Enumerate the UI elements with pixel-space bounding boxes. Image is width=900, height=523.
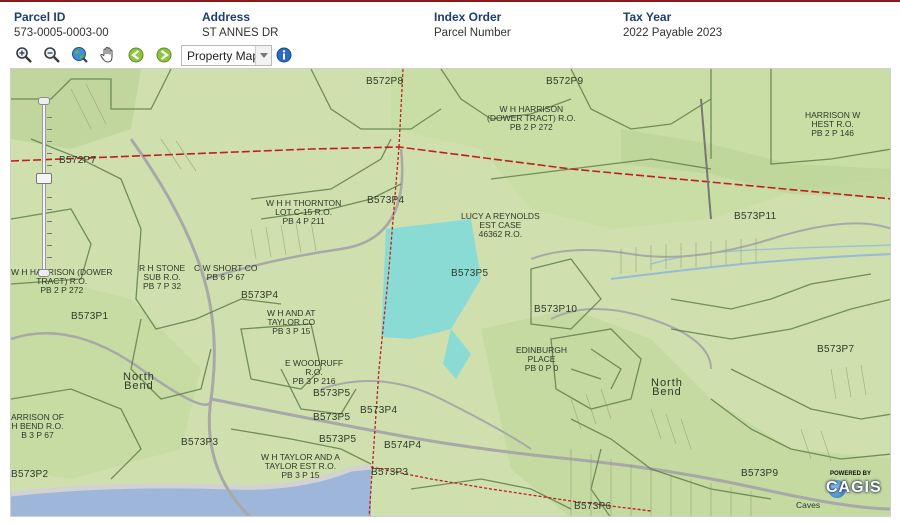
index-order-field: Index Order Parcel Number: [434, 10, 511, 41]
map-label: B572P7: [59, 155, 97, 166]
address-field: Address ST ANNES DR: [202, 10, 278, 41]
map-label: B572P8: [366, 76, 404, 87]
map-label: HARRISON W HEST R.O. PB 2 P 146: [805, 110, 861, 138]
map-label: B573P4: [241, 290, 279, 301]
layer-select[interactable]: Property Map: [181, 45, 272, 66]
map-label: B573P11: [734, 211, 777, 222]
zoom-tick: [47, 153, 52, 154]
map-label: W H HARRISON (DOWER TRACT) R.O. PB 2 P 2…: [487, 104, 576, 132]
map-label: B574P4: [384, 440, 422, 451]
map-label: C W SHORT CO PB 6 P 67: [194, 263, 258, 282]
parcel-header: Parcel ID 573-0005-0003-00 Address ST AN…: [0, 2, 900, 42]
chevron-down-icon[interactable]: [255, 46, 271, 65]
parcel-id-label: Parcel ID: [14, 10, 66, 24]
back-arrow-icon[interactable]: [126, 45, 146, 65]
index-order-label: Index Order: [434, 10, 502, 24]
zoom-tick: [47, 209, 52, 210]
map-label: B573P6: [574, 501, 612, 512]
map-label: B573P1: [71, 311, 109, 322]
map-toolbar: Property Map: [0, 42, 900, 68]
globe-icon[interactable]: [70, 45, 90, 65]
map-label: R H STONE SUB R.O. PB 7 P 32: [139, 263, 186, 291]
zoom-slider-thumb[interactable]: [36, 173, 52, 184]
zoom-tick: [47, 117, 52, 118]
zoom-tick: [47, 141, 52, 142]
map-label: LUCY A REYNOLDS EST CASE 46362 R.O.: [461, 211, 540, 239]
zoom-slider-bottom[interactable]: [38, 269, 50, 277]
map-label: B573P5: [451, 268, 489, 279]
zoom-track[interactable]: [42, 103, 46, 271]
address-value: ST ANNES DR: [202, 27, 279, 39]
map-label: B573P10: [534, 304, 578, 315]
layer-select-value: Property Map: [187, 49, 260, 63]
map-label: B573P4: [367, 195, 405, 206]
map-label: B573P7: [817, 344, 855, 355]
info-icon[interactable]: [274, 45, 294, 65]
zoom-slider-top[interactable]: [38, 97, 50, 105]
map-label: B573P3: [181, 437, 219, 448]
zoom-tick: [47, 245, 52, 246]
zoom-tick: [47, 129, 52, 130]
logo-powered-by: POWERED BY: [830, 471, 872, 477]
zoom-tick: [47, 221, 52, 222]
cagis-logo: POWERED BY CAGIS: [818, 471, 888, 513]
zoom-in-icon[interactable]: [14, 45, 34, 65]
forward-arrow-icon[interactable]: [154, 45, 174, 65]
parcel-id-value: 573-0005-0003-00: [14, 27, 109, 39]
tax-year-field: Tax Year 2022 Payable 2023: [623, 10, 722, 41]
map-label: B572P9: [546, 76, 584, 87]
map-label: W H H THORNTON LOT C-15 R.O. PB 4 P 211: [266, 198, 342, 226]
tax-year-label: Tax Year: [623, 10, 672, 24]
map-label: W H TAYLOR AND A TAYLOR EST R.O. PB 3 P …: [261, 452, 340, 480]
map-label: B573P2: [11, 469, 49, 480]
address-label: Address: [202, 10, 251, 24]
map-base-layer: [11, 69, 890, 516]
zoom-tick: [47, 197, 52, 198]
parcel-id-field: Parcel ID 573-0005-0003-00: [14, 10, 109, 41]
map-label: B573P5: [313, 388, 351, 399]
map-label: North Bend: [123, 371, 155, 392]
zoom-tick: [47, 233, 52, 234]
index-order-value: Parcel Number: [434, 27, 511, 39]
zoom-slider[interactable]: [36, 97, 52, 277]
map-label: B573P3: [371, 467, 409, 478]
property-map[interactable]: B572P8 B572P9 B572P7 W H HARRISON (DOWER…: [10, 68, 891, 517]
map-label: B573P5: [319, 434, 357, 445]
map-label: Caves: [796, 500, 821, 510]
zoom-tick: [47, 165, 52, 166]
map-label: EDINBURGH PLACE PB 0 P 0: [516, 345, 568, 373]
map-label: B573P5: [313, 412, 351, 423]
map-label: B573P4: [360, 405, 398, 416]
map-label: ARRISON OF H BEND R.O. B 3 P 67: [11, 412, 64, 440]
map-label: North Bend: [651, 377, 683, 398]
tax-year-value: 2022 Payable 2023: [623, 27, 723, 39]
zoom-out-icon[interactable]: [42, 45, 62, 65]
logo-name: CAGIS: [826, 479, 882, 496]
map-label: E WOODRUFF R.O. PB 3 P 216: [285, 358, 344, 386]
pan-hand-icon[interactable]: [98, 45, 118, 65]
zoom-tick: [47, 257, 52, 258]
map-label: W H AND AT TAYLOR CO PB 3 P 15: [267, 308, 316, 336]
map-label: B573P9: [741, 468, 779, 479]
map-label: W H HARRISON (DOWER TRACT) R.O. PB 2 P 2…: [11, 267, 113, 295]
